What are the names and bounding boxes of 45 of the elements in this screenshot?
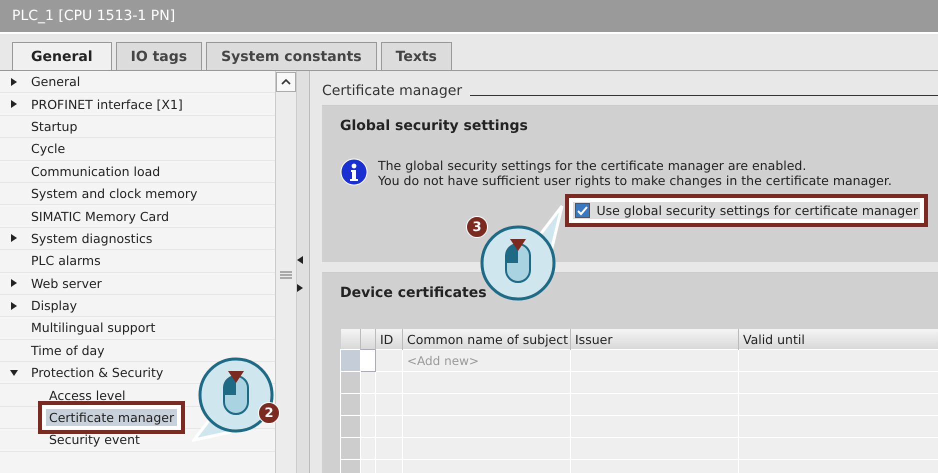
expanded-arrow-icon[interactable]	[10, 368, 18, 377]
tree-item[interactable]: PLC alarms	[28, 252, 104, 270]
tree-item[interactable]: Startup	[28, 118, 80, 135]
tree-item[interactable]: Communication load	[28, 162, 164, 180]
tree-item[interactable]: Security event	[46, 431, 143, 448]
column-header: ID	[376, 329, 402, 350]
chevron-up-icon[interactable]	[281, 79, 291, 85]
tree-item[interactable]: Display	[28, 297, 80, 314]
tree-item[interactable]: Cycle	[28, 140, 68, 158]
tab[interactable]: IO tags	[116, 42, 202, 70]
tree-item[interactable]: Time of day	[28, 342, 108, 359]
tree-item[interactable]: Certificate manager	[46, 409, 178, 426]
tab[interactable]: System constants	[206, 42, 377, 70]
new-row-cell[interactable]	[360, 350, 376, 372]
tree-item[interactable]: Web server	[28, 274, 105, 292]
tree-item[interactable]: Access level	[46, 386, 128, 404]
info-icon	[340, 158, 368, 186]
panel-title: Device certificates	[340, 285, 488, 301]
collapsed-arrow-icon[interactable]	[10, 234, 18, 242]
tree-item[interactable]: Multilingual support	[28, 319, 158, 336]
collapsed-arrow-icon[interactable]	[10, 78, 18, 86]
tab[interactable]: Texts	[380, 42, 452, 70]
section-heading: Certificate manager	[322, 83, 462, 99]
info-message: The global security settings for the certificate manager are enabled.	[378, 158, 808, 173]
tree-item[interactable]: PROFINET interface [X1]	[28, 96, 186, 113]
column-header: Issuer	[570, 329, 738, 350]
column-header: Common name of subject	[402, 329, 570, 350]
column-header: Valid until	[738, 329, 938, 350]
window-title: PLC_1 [CPU 1513-1 PN]	[0, 0, 938, 34]
tab[interactable]: General	[12, 42, 112, 70]
collapsed-arrow-icon[interactable]	[10, 302, 18, 310]
tree-item[interactable]: Protection & Security	[28, 364, 166, 382]
tree-item[interactable]: System and clock memory	[28, 185, 200, 202]
scrollbar[interactable]	[275, 71, 297, 473]
collapsed-arrow-icon[interactable]	[10, 100, 18, 108]
tree-item[interactable]: General	[28, 73, 84, 90]
scroll-up-button[interactable]	[276, 72, 296, 92]
tree-item[interactable]: SIMATIC Memory Card	[28, 208, 172, 225]
tree-item[interactable]: System diagnostics	[28, 230, 156, 247]
checkmark-icon	[577, 205, 588, 216]
grip-icon	[280, 271, 292, 279]
panel-title: Global security settings	[340, 118, 529, 134]
global-settings-checkbox[interactable]: Use global security settings for certificate manager	[573, 202, 920, 219]
info-message: You do not have sufficient user rights to make changes in the certificate manager.	[378, 173, 892, 188]
collapsed-arrow-icon[interactable]	[10, 279, 18, 288]
